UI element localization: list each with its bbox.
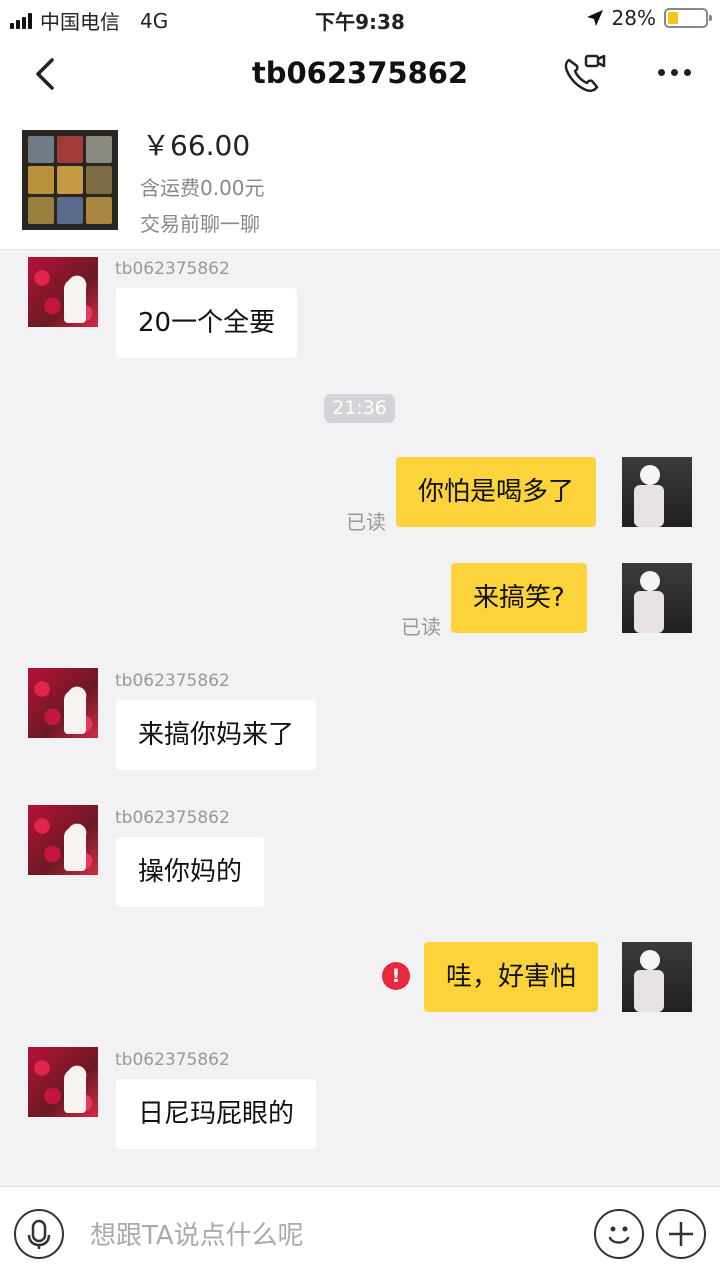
message-timestamp: 21:36: [324, 394, 395, 423]
message-bubble-incoming[interactable]: 来搞你妈来了: [116, 700, 317, 770]
plus-icon[interactable]: [656, 1209, 706, 1259]
message-bubble-outgoing[interactable]: 来搞笑?: [451, 563, 587, 633]
sender-name: tb062375862: [115, 808, 230, 828]
avatar[interactable]: [622, 942, 692, 1012]
message-bubble-incoming[interactable]: 日尼玛屁眼的: [116, 1079, 317, 1149]
location-arrow-icon: [586, 10, 603, 26]
avatar[interactable]: [28, 257, 98, 327]
more-dots-icon[interactable]: [654, 60, 694, 84]
avatar[interactable]: [622, 457, 692, 527]
sender-name: tb062375862: [115, 671, 230, 691]
phone-video-icon[interactable]: [560, 52, 606, 96]
status-right: 28%: [586, 6, 712, 30]
message-bubble-outgoing[interactable]: 你怕是喝多了: [396, 457, 597, 527]
chat-title: tb062375862: [251, 56, 469, 90]
pre-trade-label: 交易前聊一聊: [140, 212, 260, 236]
message-bubble-incoming[interactable]: 操你妈的: [116, 837, 265, 907]
message-input[interactable]: 想跟TA说点什么呢: [90, 1215, 304, 1252]
product-image: [22, 130, 118, 230]
avatar[interactable]: [28, 805, 98, 875]
product-card[interactable]: ￥66.00 含运费0.00元 交易前聊一聊: [0, 110, 720, 250]
battery-fill: [668, 12, 679, 24]
smiley-icon[interactable]: [594, 1209, 644, 1259]
microphone-icon[interactable]: [14, 1209, 64, 1259]
sender-name: tb062375862: [115, 1050, 230, 1070]
avatar[interactable]: [622, 563, 692, 633]
battery-icon: [664, 8, 712, 28]
avatar[interactable]: [28, 668, 98, 738]
read-status: 已读: [401, 615, 441, 639]
message-bubble-outgoing[interactable]: 哇，好害怕: [424, 942, 599, 1012]
avatar[interactable]: [28, 1047, 98, 1117]
product-price: ￥66.00: [142, 129, 251, 162]
read-status: 已读: [346, 510, 386, 534]
status-bar: 中国电信 4G 下午9:38 28%: [0, 0, 720, 38]
chat-header: tb062375862: [0, 38, 720, 110]
product-shipping: 含运费0.00元: [140, 176, 265, 200]
send-failed-icon[interactable]: !: [382, 962, 410, 990]
battery-percent: 28%: [611, 6, 656, 30]
input-bar: 想跟TA说点什么呢: [0, 1186, 720, 1280]
sender-name: tb062375862: [115, 259, 230, 279]
message-bubble-incoming[interactable]: 20一个全要: [116, 288, 298, 358]
